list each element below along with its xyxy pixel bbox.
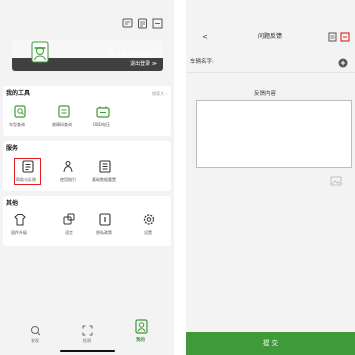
services-section: 服务 帮助与反馈 使用指引 基础数据重置 [3,141,171,191]
feedback-content-title: 反馈内容 [254,91,277,97]
help-feedback-icon [22,160,34,173]
page-title: 问题反馈 [258,33,283,40]
feedback-panel: < 问题反馈 车辆名字: 反馈内容 提 交 [186,0,355,355]
notes-icon[interactable] [137,18,148,29]
tab-label: 检测 [83,338,91,343]
logout-button[interactable]: 退出登录 ≫ [130,62,157,67]
tools-more-link[interactable]: 搜索大 › [152,92,167,96]
privacy-icon [99,213,111,226]
tool-label: 故障码查询 [52,122,72,127]
other-label: 语言 [65,230,73,235]
image-upload-icon[interactable] [330,176,342,186]
scan-code-icon[interactable] [152,18,163,29]
other-label: 隐私政策 [96,230,112,235]
services-title: 服务 [6,145,19,152]
tab-label: 发现 [31,338,39,343]
vehicle-name-row[interactable]: 车辆名字: [186,53,355,73]
my-page-panel: ID: HL76010877 退出登录 ≫ 我的工具 搜索大 › 车型查询 故障… [0,0,174,355]
data-reset-icon [99,160,111,173]
battery-icon [96,106,110,118]
tool-label: OBD电压 [93,122,110,127]
tab-bar: 发现 检测 我的 [0,315,174,355]
submit-label: 提 交 [262,339,279,347]
service-label: 基础数据重置 [92,177,116,182]
exit-icon[interactable] [340,32,350,42]
tool-label: 车型查询 [9,122,25,127]
other-title: 其他 [6,200,19,207]
tools-section: 我的工具 搜索大 › 车型查询 故障码查询 OBD电压 [3,86,171,136]
add-icon[interactable] [338,58,348,68]
language-icon [63,213,75,225]
screen: { "left": { "header": {"id_text": "ID: H… [0,0,355,355]
home-indicator [60,350,115,352]
firmware-icon [14,214,26,226]
other-label: 设置 [144,230,152,235]
other-label: 固件升级 [11,230,27,235]
user-id: ID: HL76010877 [108,51,157,58]
submit-button[interactable]: 提 交 [186,332,355,355]
tab-label: 我的 [136,338,145,343]
profile-icon [135,319,148,334]
other-section: 其他 固件升级 语言 隐私政策 设置 [3,196,171,246]
service-label: 使用指引 [60,177,76,182]
settings-icon [143,214,155,225]
fault-code-icon [58,105,70,118]
scan-icon [82,325,93,336]
guide-icon [63,161,73,173]
search-icon [31,326,41,336]
vehicle-name-label: 车辆名字: [190,59,214,65]
feedback-textarea[interactable] [196,100,352,168]
message-icon[interactable] [122,18,133,29]
notes-icon[interactable] [328,32,337,42]
service-label: 帮助与反馈 [16,177,36,182]
avatar[interactable] [30,40,50,64]
tools-title: 我的工具 [6,90,31,97]
back-button[interactable]: < [202,34,208,41]
car-query-icon [14,105,26,118]
